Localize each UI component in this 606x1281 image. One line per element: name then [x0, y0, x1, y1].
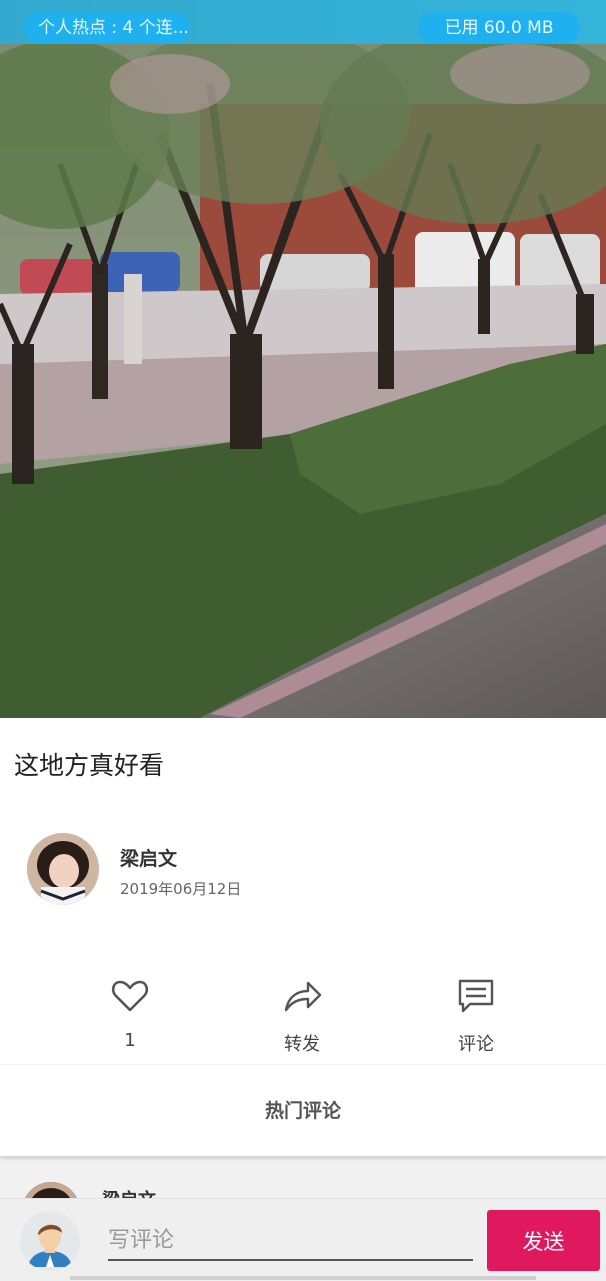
comment-input[interactable]: [108, 1221, 473, 1261]
comment-composer: 发送: [0, 1198, 606, 1281]
status-bar: 个人热点 : 4 个连... 已用 60.0 MB: [0, 0, 606, 44]
user-avatar[interactable]: [20, 1211, 80, 1271]
author-name[interactable]: 梁启文: [120, 844, 177, 871]
post-photo-scene: [0, 44, 606, 718]
keyboard-edge: [70, 1276, 536, 1280]
comment-button[interactable]: 评论: [421, 976, 531, 1056]
user-avatar-icon: [20, 1211, 80, 1271]
hot-comments-heading: 热门评论: [264, 1100, 341, 1122]
comment-icon: [458, 979, 494, 1013]
like-count: 1: [124, 1030, 136, 1051]
heart-icon: [111, 980, 149, 1012]
share-label: 转发: [284, 1034, 320, 1055]
hotspot-pill[interactable]: 个人热点 : 4 个连...: [24, 12, 190, 44]
post-photo[interactable]: [0, 44, 606, 718]
like-button[interactable]: 1: [75, 976, 185, 1051]
post-title: 这地方真好看: [14, 751, 165, 780]
post-card: 这地方真好看 梁启文 2019年06月12日 1 转发 评论 热门评论: [0, 718, 606, 1156]
share-icon: [284, 981, 322, 1012]
send-button[interactable]: 发送: [487, 1210, 600, 1271]
post-date: 2019年06月12日: [120, 880, 242, 898]
data-usage-pill[interactable]: 已用 60.0 MB: [418, 12, 580, 44]
share-button[interactable]: 转发: [247, 976, 357, 1056]
author-avatar[interactable]: [27, 833, 99, 905]
divider: [0, 1064, 606, 1065]
author-avatar-image: [27, 833, 99, 905]
comment-label: 评论: [458, 1034, 494, 1055]
